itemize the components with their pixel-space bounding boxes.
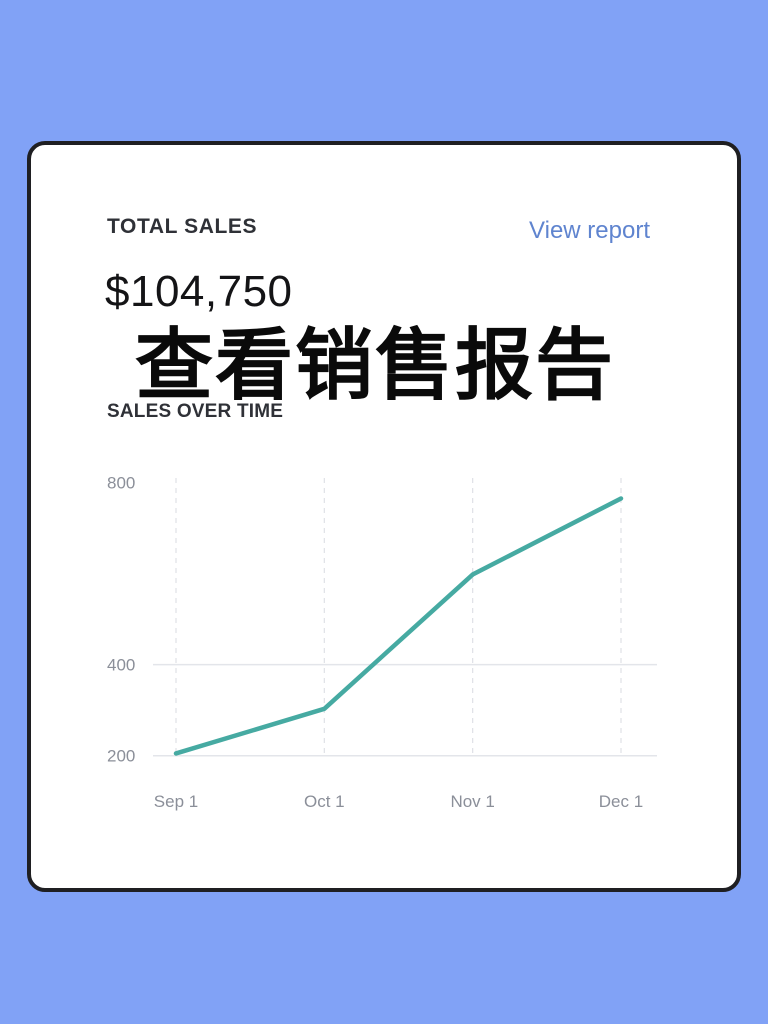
x-tick-label: Sep 1	[154, 792, 198, 811]
x-axis: Sep 1 Oct 1 Nov 1 Dec 1	[154, 792, 643, 811]
overlay-caption: 查看销售报告	[135, 320, 616, 411]
chart-series	[173, 496, 624, 756]
sales-card: TOTAL SALES View report $104,750 200 400 8…	[27, 141, 741, 892]
x-tick-label: Oct 1	[304, 792, 345, 811]
sales-chart: 200 400 800 Sep 1 Oct 1 Nov 1 Dec 1	[107, 474, 657, 811]
y-tick-label: 200	[107, 747, 135, 766]
y-tick-label: 800	[107, 474, 135, 493]
y-axis: 200 400 800	[107, 474, 135, 766]
x-tick-label: Dec 1	[599, 792, 643, 811]
x-tick-label: Nov 1	[450, 792, 494, 811]
sales-line	[173, 496, 624, 756]
y-tick-label: 400	[107, 656, 135, 675]
